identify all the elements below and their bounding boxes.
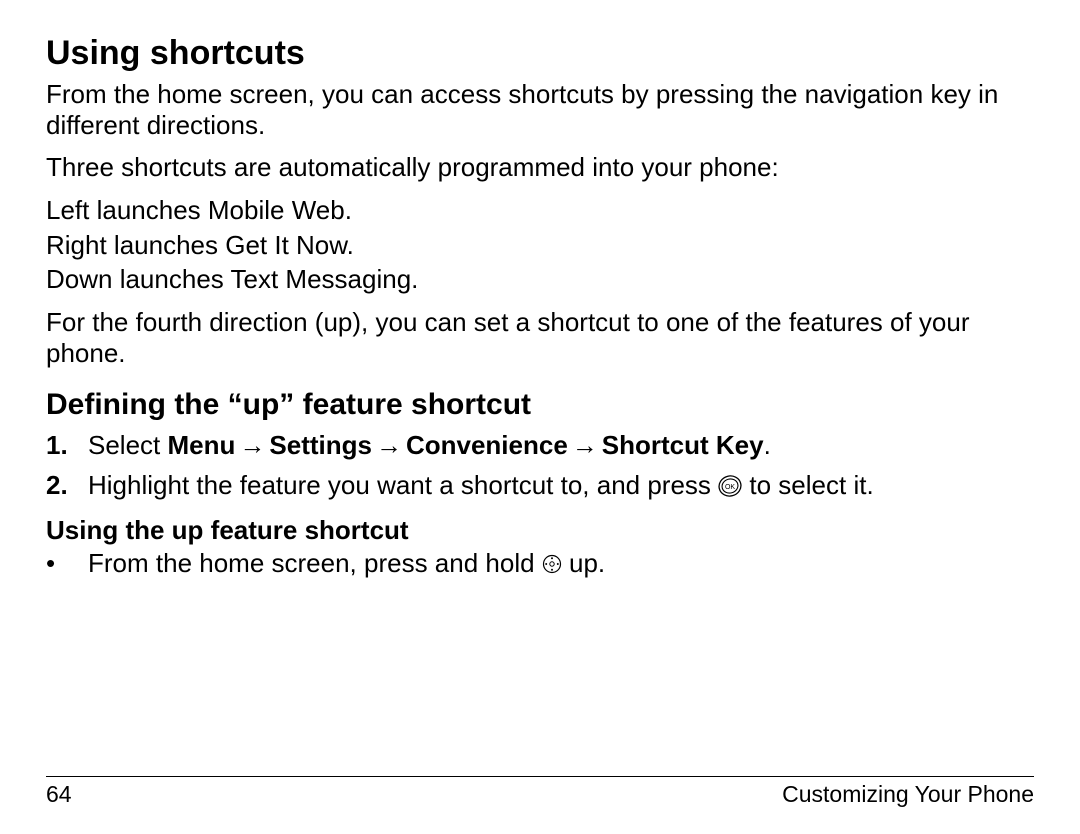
bullet-after: up. [569, 548, 605, 578]
step-2-before: Highlight the feature you want a shortcu… [88, 470, 718, 500]
menu-path-settings: Settings [269, 430, 372, 460]
fourth-direction-note: For the fourth direction (up), you can s… [46, 307, 1034, 368]
shortcut-left: Left launches Mobile Web. [46, 195, 1034, 226]
arrow-icon: → [235, 430, 269, 460]
step-1-prefix: Select [88, 430, 168, 460]
step-2-after: to select it. [749, 470, 873, 500]
footer-rule [46, 776, 1034, 777]
footer-section-title: Customizing Your Phone [782, 781, 1034, 808]
bullet-before: From the home screen, press and hold [88, 548, 542, 578]
step-1-text: Select Menu→Settings→Convenience→Shortcu… [88, 430, 771, 461]
step-number: 1. [46, 430, 88, 461]
bullet-list: • From the home screen, press and hold u… [46, 548, 1034, 581]
section-heading: Using shortcuts [46, 34, 1034, 73]
bullet-text: From the home screen, press and hold up. [88, 548, 605, 581]
svg-text:OK: OK [725, 484, 735, 491]
shortcut-down: Down launches Text Messaging. [46, 264, 1034, 295]
intro-paragraph-2: Three shortcuts are automatically progra… [46, 152, 1034, 183]
shortcut-right: Right launches Get It Now. [46, 230, 1034, 261]
page-number: 64 [46, 781, 72, 808]
navigation-key-icon [542, 550, 562, 581]
using-subheading: Using the up feature shortcut [46, 515, 1034, 546]
step-number: 2. [46, 470, 88, 501]
page-footer: 64 Customizing Your Phone [46, 776, 1034, 808]
bullet-dot: • [46, 548, 88, 579]
intro-paragraph-1: From the home screen, you can access sho… [46, 79, 1034, 140]
step-2: 2. Highlight the feature you want a shor… [46, 470, 1034, 505]
step-2-text: Highlight the feature you want a shortcu… [88, 470, 874, 505]
menu-path-convenience: Convenience [406, 430, 568, 460]
arrow-icon: → [372, 430, 406, 460]
bullet-item: • From the home screen, press and hold u… [46, 548, 1034, 581]
period: . [764, 430, 771, 460]
step-1: 1. Select Menu→Settings→Convenience→Shor… [46, 430, 1034, 461]
menu-path-menu: Menu [168, 430, 236, 460]
defining-subheading: Defining the “up” feature shortcut [46, 388, 1034, 422]
arrow-icon: → [568, 430, 602, 460]
menu-path-shortcut-key: Shortcut Key [602, 430, 764, 460]
steps-list: 1. Select Menu→Settings→Convenience→Shor… [46, 430, 1034, 504]
manual-page: Using shortcuts From the home screen, yo… [0, 0, 1080, 834]
ok-button-icon: OK [718, 474, 742, 505]
